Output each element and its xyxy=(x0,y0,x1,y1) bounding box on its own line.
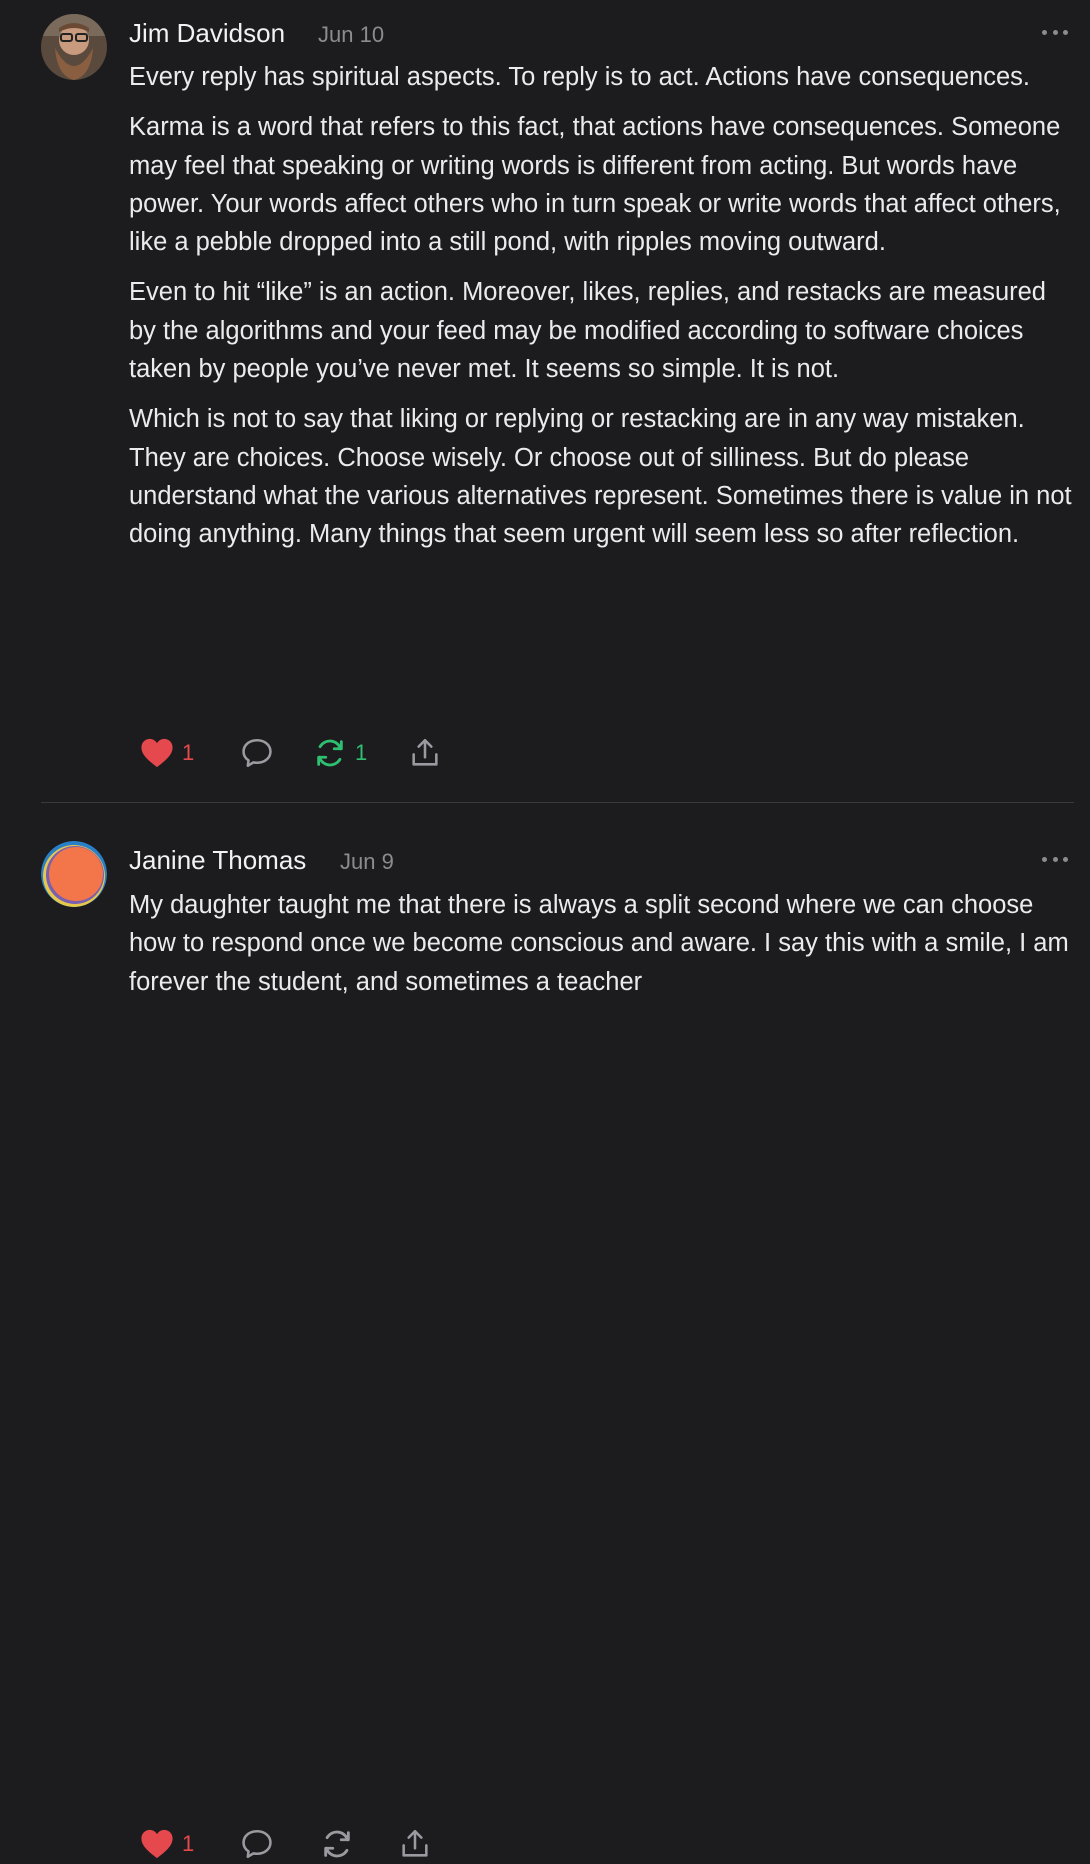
restack-count: 1 xyxy=(355,740,368,765)
action-bar: 1 xyxy=(140,1824,540,1864)
share-button[interactable] xyxy=(398,1824,432,1864)
comment-paragraph: My daughter taught me that there is alwa… xyxy=(129,891,1069,996)
avatar[interactable] xyxy=(41,14,107,80)
author-name[interactable]: Jim Davidson xyxy=(129,18,285,49)
like-button[interactable]: 1 xyxy=(140,1824,194,1864)
more-options-icon[interactable] xyxy=(1042,849,1068,869)
restack-icon xyxy=(320,1827,354,1861)
comment-body: My daughter taught me that there is alwa… xyxy=(129,886,1074,1013)
comment-body: Every reply has spiritual aspects. To re… xyxy=(129,58,1074,566)
like-count: 1 xyxy=(182,740,195,765)
restack-button[interactable] xyxy=(320,1824,354,1864)
reply-button[interactable] xyxy=(240,1824,274,1864)
action-bar: 1 1 xyxy=(140,733,540,773)
comment-paragraph: Which is not to say that liking or reply… xyxy=(129,405,1072,549)
divider xyxy=(41,802,1074,803)
comment-paragraph: Even to hit “like” is an action. Moreove… xyxy=(129,278,1046,384)
like-count: 1 xyxy=(182,1831,195,1856)
avatar[interactable] xyxy=(41,841,107,907)
comment-bubble-icon xyxy=(240,1827,274,1861)
share-icon xyxy=(398,1827,432,1861)
post-date[interactable]: Jun 9 xyxy=(340,849,394,875)
comment-bubble-icon xyxy=(240,736,274,770)
reply-button[interactable] xyxy=(240,733,274,773)
share-icon xyxy=(408,736,442,770)
comment-paragraph: Karma is a word that refers to this fact… xyxy=(129,113,1061,257)
author-name[interactable]: Janine Thomas xyxy=(129,845,306,876)
heart-icon xyxy=(140,1828,174,1860)
heart-icon xyxy=(140,737,174,769)
restack-button[interactable]: 1 xyxy=(313,733,367,773)
restack-icon xyxy=(313,736,347,770)
comment-paragraph: Every reply has spiritual aspects. To re… xyxy=(129,63,1030,91)
share-button[interactable] xyxy=(408,733,442,773)
post-date[interactable]: Jun 10 xyxy=(318,22,384,48)
more-options-icon[interactable] xyxy=(1042,22,1068,42)
like-button[interactable]: 1 xyxy=(140,733,194,773)
